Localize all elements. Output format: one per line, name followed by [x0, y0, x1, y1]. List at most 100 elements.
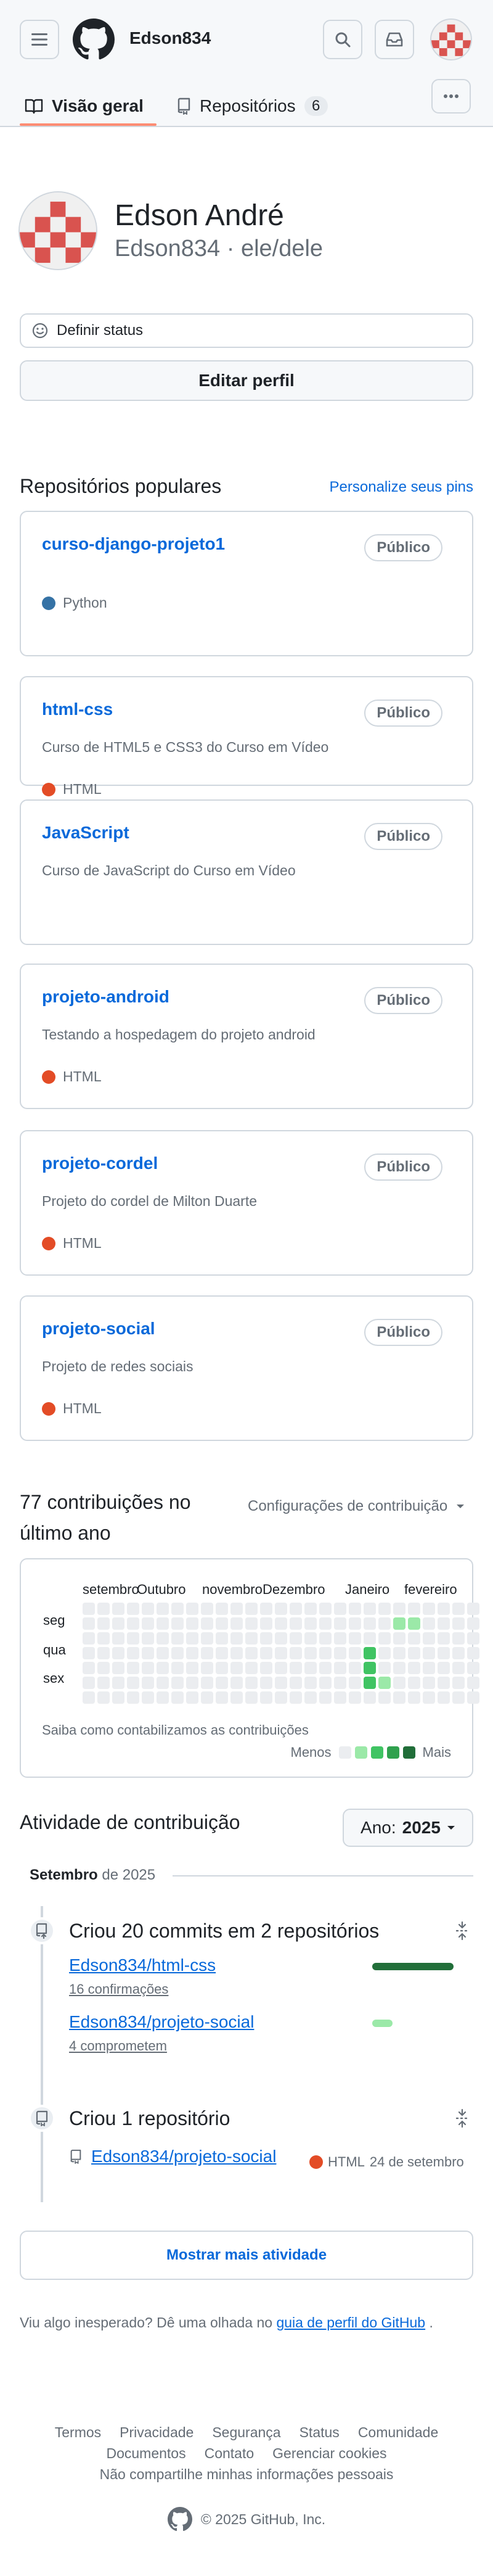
contribution-day-cell[interactable]: [393, 1647, 405, 1659]
contribution-day-cell[interactable]: [260, 1662, 272, 1674]
contribution-day-cell[interactable]: [423, 1691, 435, 1704]
footer-no-share-link[interactable]: Não compartilhe minhas informações pesso…: [100, 2464, 394, 2485]
contribution-day-cell[interactable]: [275, 1662, 287, 1674]
contribution-day-cell[interactable]: [467, 1691, 479, 1704]
edit-profile-button[interactable]: Editar perfil: [20, 360, 473, 401]
contribution-day-cell[interactable]: [364, 1632, 376, 1645]
contribution-day-cell[interactable]: [186, 1691, 198, 1704]
repo-card-name[interactable]: projeto-cordel: [42, 1154, 158, 1173]
contribution-day-cell[interactable]: [216, 1662, 228, 1674]
contribution-day-cell[interactable]: [467, 1647, 479, 1659]
contribution-day-cell[interactable]: [290, 1677, 302, 1689]
contribution-day-cell[interactable]: [408, 1691, 420, 1704]
repo-card-name[interactable]: curso-django-projeto1: [42, 534, 225, 554]
contribution-day-cell[interactable]: [112, 1617, 124, 1630]
contribution-day-cell[interactable]: [186, 1677, 198, 1689]
contribution-day-cell[interactable]: [378, 1691, 391, 1704]
contribution-day-cell[interactable]: [97, 1632, 110, 1645]
contribution-day-cell[interactable]: [452, 1662, 465, 1674]
contribution-day-cell[interactable]: [423, 1603, 435, 1615]
contribution-day-cell[interactable]: [127, 1632, 139, 1645]
contribution-day-cell[interactable]: [83, 1677, 95, 1689]
contribution-day-cell[interactable]: [171, 1677, 184, 1689]
contribution-settings-dropdown[interactable]: Configurações de contribuição: [248, 1498, 465, 1515]
contribution-day-cell[interactable]: [408, 1617, 420, 1630]
contribution-day-cell[interactable]: [260, 1632, 272, 1645]
contribution-day-cell[interactable]: [97, 1691, 110, 1704]
contribution-day-cell[interactable]: [467, 1632, 479, 1645]
footer-docs-link[interactable]: Documentos: [106, 2443, 185, 2464]
contribution-day-cell[interactable]: [201, 1691, 213, 1704]
contribution-day-cell[interactable]: [378, 1632, 391, 1645]
contribution-day-cell[interactable]: [83, 1632, 95, 1645]
contribution-day-cell[interactable]: [319, 1691, 332, 1704]
contribution-day-cell[interactable]: [364, 1617, 376, 1630]
set-status-button[interactable]: Definir status: [20, 313, 473, 348]
contribution-day-cell[interactable]: [83, 1617, 95, 1630]
contribution-day-cell[interactable]: [112, 1632, 124, 1645]
contribution-day-cell[interactable]: [230, 1677, 243, 1689]
contribution-day-cell[interactable]: [408, 1662, 420, 1674]
contribution-day-cell[interactable]: [260, 1617, 272, 1630]
contribution-day-cell[interactable]: [438, 1662, 450, 1674]
contribution-day-cell[interactable]: [142, 1691, 154, 1704]
profile-avatar[interactable]: [18, 191, 97, 270]
contribution-day-cell[interactable]: [319, 1647, 332, 1659]
fold-icon[interactable]: [454, 2108, 471, 2128]
contribution-day-cell[interactable]: [245, 1647, 258, 1659]
contribution-day-cell[interactable]: [97, 1617, 110, 1630]
contribution-day-cell[interactable]: [201, 1603, 213, 1615]
contribution-day-cell[interactable]: [334, 1617, 346, 1630]
contribution-day-cell[interactable]: [378, 1617, 391, 1630]
contribution-day-cell[interactable]: [245, 1617, 258, 1630]
contribution-day-cell[interactable]: [319, 1677, 332, 1689]
contribution-day-cell[interactable]: [112, 1691, 124, 1704]
contribution-day-cell[interactable]: [452, 1647, 465, 1659]
contribution-day-cell[interactable]: [83, 1603, 95, 1615]
contribution-day-cell[interactable]: [364, 1603, 376, 1615]
contribution-day-cell[interactable]: [142, 1632, 154, 1645]
contribution-day-cell[interactable]: [304, 1632, 317, 1645]
contribution-day-cell[interactable]: [378, 1647, 391, 1659]
contribution-day-cell[interactable]: [127, 1603, 139, 1615]
contribution-day-cell[interactable]: [216, 1632, 228, 1645]
contribution-day-cell[interactable]: [290, 1632, 302, 1645]
repo-card-name[interactable]: projeto-android: [42, 987, 169, 1007]
contribution-day-cell[interactable]: [349, 1691, 361, 1704]
contribution-day-cell[interactable]: [319, 1662, 332, 1674]
contribution-day-cell[interactable]: [438, 1647, 450, 1659]
contribution-day-cell[interactable]: [290, 1617, 302, 1630]
contribution-day-cell[interactable]: [364, 1662, 376, 1674]
contribution-day-cell[interactable]: [423, 1677, 435, 1689]
contribution-day-cell[interactable]: [97, 1677, 110, 1689]
contribution-day-cell[interactable]: [171, 1691, 184, 1704]
contribution-day-cell[interactable]: [408, 1603, 420, 1615]
footer-community-link[interactable]: Comunidade: [358, 2422, 438, 2443]
contribution-day-cell[interactable]: [304, 1677, 317, 1689]
contribution-day-cell[interactable]: [452, 1632, 465, 1645]
footer-cookies-link[interactable]: Gerenciar cookies: [272, 2443, 386, 2464]
footer-status-link[interactable]: Status: [299, 2422, 340, 2443]
contribution-day-cell[interactable]: [349, 1662, 361, 1674]
contribution-day-cell[interactable]: [157, 1632, 169, 1645]
contribution-day-cell[interactable]: [112, 1677, 124, 1689]
contribution-day-cell[interactable]: [349, 1617, 361, 1630]
contribution-day-cell[interactable]: [201, 1662, 213, 1674]
contribution-day-cell[interactable]: [290, 1662, 302, 1674]
contribution-day-cell[interactable]: [438, 1603, 450, 1615]
contribution-day-cell[interactable]: [304, 1647, 317, 1659]
contribution-day-cell[interactable]: [349, 1603, 361, 1615]
commit-repo-link[interactable]: Edson834/projeto-social: [69, 2012, 254, 2032]
contribution-day-cell[interactable]: [467, 1603, 479, 1615]
contribution-day-cell[interactable]: [157, 1603, 169, 1615]
contribution-day-cell[interactable]: [260, 1647, 272, 1659]
contribution-day-cell[interactable]: [201, 1647, 213, 1659]
contribution-day-cell[interactable]: [423, 1662, 435, 1674]
contribution-day-cell[interactable]: [201, 1677, 213, 1689]
contribution-day-cell[interactable]: [157, 1677, 169, 1689]
contribution-day-cell[interactable]: [260, 1691, 272, 1704]
more-options-button[interactable]: [431, 79, 471, 114]
contribution-day-cell[interactable]: [201, 1617, 213, 1630]
contribution-day-cell[interactable]: [97, 1662, 110, 1674]
contribution-day-cell[interactable]: [408, 1632, 420, 1645]
